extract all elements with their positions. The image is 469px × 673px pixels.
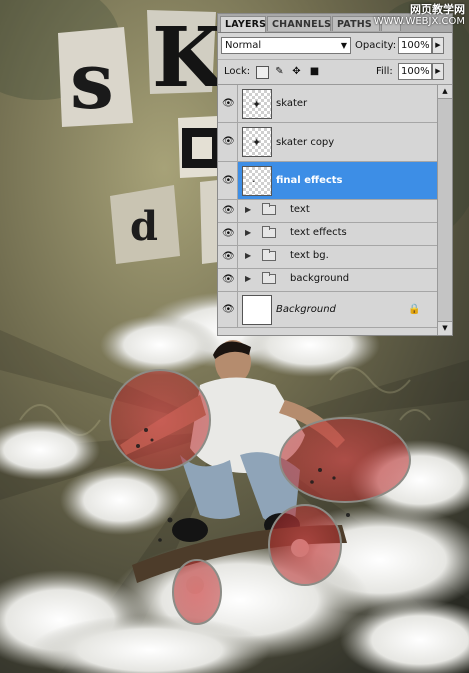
scroll-up-icon[interactable]: ▲ [438,85,452,99]
eye-icon: 👁 [222,174,235,186]
effects-thumbnail-icon: · [252,175,256,188]
letter-cutout-k: K [147,10,226,106]
eye-icon: 👁 [222,228,235,239]
layer-thumbnail: · [242,166,272,196]
visibility-toggle[interactable]: 👁 [218,162,238,199]
layers-panel: LAYERS CHANNELS PATHS Normal ▼ Opacity: … [217,13,453,336]
opacity-label: Opacity: [355,40,397,51]
blend-mode-value: Normal [225,40,262,51]
fill-slider-arrow-icon[interactable]: ▶ [432,63,444,80]
expand-triangle-icon[interactable]: ▶ [245,228,251,237]
folder-icon [262,272,276,284]
eye-icon: 👁 [222,251,235,262]
fill-field[interactable]: 100% [398,63,432,80]
layer-name: final effects [276,175,343,186]
eye-icon: 👁 [222,303,235,315]
layer-row-skater-copy[interactable]: 👁 ✦ skater copy [218,123,437,162]
watermark: 网页教学网 WWW.WEBJX.COM [373,3,465,28]
layer-group-background[interactable]: 👁 ▶ background [218,269,437,292]
visibility-toggle[interactable]: 👁 [218,292,238,327]
folder-icon [262,249,276,261]
padlock-icon: 🔒 [408,304,421,315]
layer-thumbnail: ✦ [242,89,272,119]
lock-fill-row: Lock: ✎ ✥ ■ Fill: 100% ▶ [218,60,452,85]
skater-thumbnail-icon: ✦ [252,136,262,149]
visibility-toggle[interactable]: 👁 [218,269,238,291]
letter-cutout-o [178,116,218,178]
paper-scrap [200,180,218,264]
group-name: text effects [290,227,347,238]
lock-transparency-icon[interactable] [256,66,269,79]
folder-icon [262,226,276,238]
layer-name: skater copy [276,137,335,148]
skater-thumbnail-icon: ✦ [252,98,262,111]
layer-name: skater [276,98,308,109]
layer-list: 👁 ✦ skater 👁 ✦ skater copy 👁 · final eff… [218,85,452,335]
lock-all-icon[interactable]: ■ [309,66,320,77]
opacity-field[interactable]: 100% [398,37,432,54]
eye-icon: 👁 [222,97,235,109]
layer-row-final-effects[interactable]: 👁 · final effects [218,162,437,200]
layer-list-scrollbar[interactable]: ▲ ▼ [437,85,452,335]
fill-label: Fill: [376,66,393,77]
layer-group-text[interactable]: 👁 ▶ text [218,200,437,223]
group-name: text [290,204,310,215]
letter-cutout-d: d [110,185,180,264]
group-name: text bg. [290,250,329,261]
visibility-toggle[interactable]: 👁 [218,123,238,161]
group-name: background [290,273,350,284]
opacity-slider-arrow-icon[interactable]: ▶ [432,37,444,54]
scroll-down-icon[interactable]: ▼ [438,321,452,335]
layer-name: Background [276,304,336,315]
tab-channels[interactable]: CHANNELS [267,16,331,31]
visibility-toggle[interactable]: 👁 [218,200,238,222]
layer-group-text-bg[interactable]: 👁 ▶ text bg. [218,246,437,269]
dropdown-arrow-icon: ▼ [340,41,347,50]
svg-text:d: d [130,203,158,250]
lock-label: Lock: [224,66,251,77]
layer-row-background[interactable]: 👁 Background 🔒 [218,292,437,328]
layer-thumbnail [242,295,272,325]
visibility-toggle[interactable]: 👁 [218,246,238,268]
lock-move-icon[interactable]: ✥ [291,66,302,77]
svg-text:s: s [70,36,114,127]
eye-icon: 👁 [222,274,235,285]
letter-cutout-s: s [58,27,133,127]
visibility-toggle[interactable]: 👁 [218,85,238,122]
eye-icon: 👁 [222,205,235,216]
tab-layers[interactable]: LAYERS [220,16,266,32]
folder-icon [262,203,276,215]
layer-row-skater[interactable]: 👁 ✦ skater [218,85,437,123]
visibility-toggle[interactable]: 👁 [218,223,238,245]
layer-group-text-effects[interactable]: 👁 ▶ text effects [218,223,437,246]
expand-triangle-icon[interactable]: ▶ [245,205,251,214]
blend-opacity-row: Normal ▼ Opacity: 100% ▶ [218,33,452,60]
expand-triangle-icon[interactable]: ▶ [245,274,251,283]
layer-thumbnail: ✦ [242,127,272,157]
lock-brush-icon[interactable]: ✎ [274,66,285,77]
svg-text:K: K [152,10,226,106]
expand-triangle-icon[interactable]: ▶ [245,251,251,260]
eye-icon: 👁 [222,136,235,147]
blend-mode-select[interactable]: Normal ▼ [221,37,351,54]
